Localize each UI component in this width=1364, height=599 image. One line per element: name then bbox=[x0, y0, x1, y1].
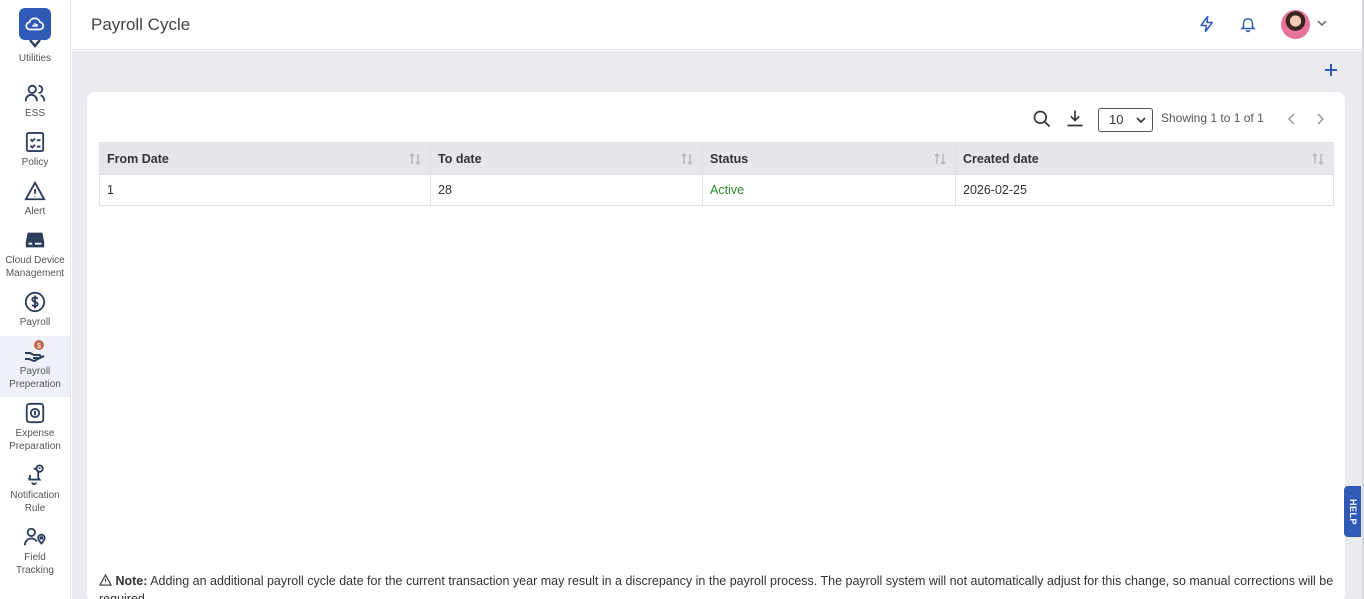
bell-alert-icon bbox=[27, 464, 44, 486]
sidebar-item-label: Payroll Preperation bbox=[9, 366, 61, 390]
sort-icon bbox=[409, 152, 421, 166]
content-area: 10 Showing 1 to 1 of 1 From Date To date bbox=[72, 51, 1362, 599]
notifications-button[interactable] bbox=[1237, 13, 1259, 35]
prev-page-button[interactable] bbox=[1286, 112, 1298, 131]
note-label: Note: bbox=[115, 574, 148, 588]
table-header-row: From Date To date Status Created date bbox=[99, 142, 1334, 175]
column-header-to-date[interactable]: To date bbox=[430, 142, 703, 175]
chevron-right-icon bbox=[1317, 113, 1325, 125]
svg-text:$: $ bbox=[37, 343, 41, 350]
quick-actions-button[interactable] bbox=[1196, 13, 1218, 35]
page-size-select[interactable]: 10 bbox=[1098, 108, 1153, 132]
sidebar-item-label: Cloud Device Management bbox=[5, 255, 65, 279]
avatar[interactable] bbox=[1281, 10, 1310, 39]
sidebar-item-policy[interactable]: Policy bbox=[0, 130, 70, 169]
download-icon bbox=[1067, 110, 1083, 127]
page-title: Payroll Cycle bbox=[91, 15, 191, 34]
sidebar-item-cloud-device-management[interactable]: Cloud Device Management bbox=[0, 228, 70, 280]
sidebar-item-label: ESS bbox=[24, 108, 45, 119]
plus-icon bbox=[1325, 64, 1337, 76]
expense-icon bbox=[25, 402, 45, 424]
sort-icon bbox=[934, 152, 946, 166]
sidebar-item-label: Alert bbox=[24, 206, 46, 217]
sidebar-item-payroll[interactable]: Payroll bbox=[0, 290, 70, 329]
help-button[interactable]: HELP bbox=[1344, 486, 1361, 537]
payroll-cycle-table: From Date To date Status Created date 1 … bbox=[99, 142, 1334, 206]
policy-checklist-icon bbox=[25, 132, 45, 152]
sort-icon bbox=[681, 152, 693, 166]
sidebar-item-field-tracking[interactable]: Field Tracking bbox=[0, 525, 70, 577]
download-button[interactable] bbox=[1065, 108, 1085, 133]
chevron-down-icon bbox=[1317, 20, 1327, 27]
users-icon bbox=[24, 84, 46, 102]
payroll-cycle-card: 10 Showing 1 to 1 of 1 From Date To date bbox=[87, 92, 1345, 599]
chevron-left-icon bbox=[1287, 113, 1295, 125]
column-header-from-date[interactable]: From Date bbox=[99, 142, 431, 175]
cell-to-date: 28 bbox=[430, 174, 703, 206]
note-text: Adding an additional payroll cycle date … bbox=[99, 574, 1334, 599]
cloud-logo-icon bbox=[25, 17, 45, 31]
sidebar-item-ess[interactable]: ESS bbox=[0, 81, 70, 120]
cell-created-date: 2026-02-25 bbox=[955, 174, 1334, 206]
search-icon bbox=[1033, 110, 1051, 128]
sidebar: Utilities ESS Policy Alert Cloud Device … bbox=[0, 0, 71, 599]
bell-icon bbox=[1240, 18, 1256, 33]
device-icon bbox=[25, 232, 45, 248]
sidebar-item-expense-preparation[interactable]: Expense Preparation bbox=[0, 401, 70, 453]
add-payroll-cycle-button[interactable] bbox=[1320, 59, 1342, 81]
sort-icon bbox=[1312, 152, 1324, 166]
payroll-note: Note: Adding an additional payroll cycle… bbox=[99, 572, 1339, 599]
alert-triangle-icon bbox=[24, 180, 46, 201]
sidebar-item-label: Field Tracking bbox=[16, 552, 54, 576]
lightning-icon bbox=[1200, 15, 1213, 33]
utilities-icon bbox=[29, 40, 41, 48]
table-row[interactable]: 1 28 Active 2026-02-25 bbox=[99, 174, 1334, 206]
cell-from-date: 1 bbox=[99, 174, 431, 206]
dollar-circle-icon bbox=[24, 291, 46, 313]
column-header-created-date[interactable]: Created date bbox=[955, 142, 1334, 175]
hand-coin-icon: $ bbox=[25, 340, 45, 363]
next-page-button[interactable] bbox=[1314, 112, 1326, 131]
sidebar-item-label: Utilities bbox=[18, 53, 52, 64]
warning-icon bbox=[99, 573, 112, 586]
profile-menu-toggle[interactable] bbox=[1316, 16, 1328, 34]
column-header-status[interactable]: Status bbox=[702, 142, 956, 175]
app-logo[interactable] bbox=[19, 8, 51, 40]
sidebar-item-notification-rule[interactable]: Notification Rule bbox=[0, 463, 70, 515]
user-location-icon bbox=[24, 527, 46, 546]
chevron-down-icon bbox=[1136, 117, 1146, 124]
search-button[interactable] bbox=[1032, 109, 1052, 134]
sidebar-item-label: Policy bbox=[21, 157, 49, 168]
status-badge: Active bbox=[702, 174, 956, 206]
top-header: Payroll Cycle bbox=[72, 0, 1362, 50]
sidebar-item-label: Expense Preparation bbox=[9, 428, 61, 452]
sidebar-item-label: Payroll bbox=[19, 317, 51, 328]
sidebar-item-label: Notification Rule bbox=[10, 490, 60, 514]
pagination-info: Showing 1 to 1 of 1 bbox=[1161, 111, 1264, 125]
sidebar-item-alert[interactable]: Alert bbox=[0, 179, 70, 218]
page-size-value: 10 bbox=[1109, 112, 1124, 127]
sidebar-item-utilities[interactable]: Utilities bbox=[0, 40, 70, 65]
sidebar-item-payroll-preperation[interactable]: $ Payroll Preperation bbox=[0, 336, 70, 397]
